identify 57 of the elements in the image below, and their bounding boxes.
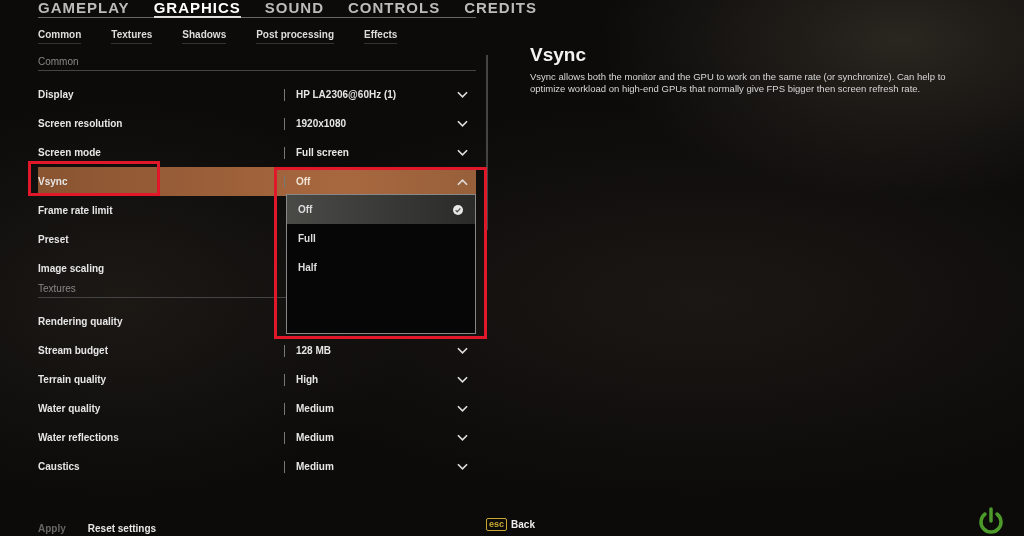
- main-tab[interactable]: GAMEPLAY: [38, 1, 130, 18]
- footer-button[interactable]: Reset settings: [87, 523, 157, 534]
- setting-label: Vsync: [38, 176, 69, 187]
- main-tab[interactable]: SOUND: [264, 1, 324, 18]
- setting-value: Medium: [296, 403, 335, 414]
- setting-value: Off: [296, 176, 312, 187]
- setting-row[interactable]: Water reflections Medium: [38, 423, 476, 452]
- setting-label: Display: [38, 89, 75, 100]
- chevron-icon[interactable]: [457, 375, 468, 384]
- setting-value: 1920x1080: [296, 118, 348, 129]
- setting-label: Stream budget: [38, 345, 109, 356]
- setting-label: Water reflections: [38, 432, 120, 443]
- info-title: Vsync: [530, 44, 587, 66]
- dropdown-option[interactable]: Full: [287, 224, 475, 253]
- setting-value: Medium: [296, 461, 335, 472]
- setting-label: Screen mode: [38, 147, 102, 158]
- setting-value: HP LA2306@60Hz (1): [296, 89, 398, 100]
- setting-value: Medium: [296, 432, 335, 443]
- main-tab[interactable]: CONTROLS: [348, 1, 441, 18]
- setting-value: Full screen: [296, 147, 350, 158]
- sub-tab[interactable]: Textures: [111, 29, 153, 44]
- esc-key-icon: esc: [486, 518, 508, 531]
- sub-tab[interactable]: Common: [38, 29, 82, 44]
- setting-row[interactable]: Stream budget 128 MB: [38, 336, 476, 365]
- chevron-icon[interactable]: [457, 119, 468, 128]
- setting-label: Screen resolution: [38, 118, 124, 129]
- setting-row[interactable]: Water quality Medium: [38, 394, 476, 423]
- setting-label: Rendering quality: [38, 316, 124, 327]
- main-tab[interactable]: CREDITS: [464, 1, 537, 18]
- check-icon: [453, 204, 463, 215]
- chevron-icon[interactable]: [457, 404, 468, 413]
- chevron-icon[interactable]: [457, 462, 468, 471]
- sub-tab[interactable]: Shadows: [182, 29, 227, 44]
- dropdown-option[interactable]: Half: [287, 253, 475, 282]
- setting-label: Caustics: [38, 461, 81, 472]
- main-tab[interactable]: GRAPHICS: [153, 1, 241, 18]
- setting-value: High: [296, 374, 320, 385]
- info-description: Vsync allows both the monitor and the GPU to work on the same rate (or synchronize). Can help to optimize workload on high-end GPUs that normally give FPS bigger then screen refresh rate.: [530, 71, 947, 94]
- setting-row[interactable]: Terrain quality High: [38, 365, 476, 394]
- setting-row[interactable]: Screen resolution 1920x1080: [38, 109, 476, 138]
- chevron-icon[interactable]: [457, 148, 468, 157]
- setting-label: Water quality: [38, 403, 102, 414]
- chevron-icon[interactable]: [457, 346, 468, 355]
- chevron-icon[interactable]: [457, 433, 468, 442]
- chevron-icon[interactable]: [457, 90, 468, 99]
- setting-value: 128 MB: [296, 345, 332, 356]
- sub-tab[interactable]: Effects: [364, 29, 398, 44]
- setting-row[interactable]: Display HP LA2306@60Hz (1): [38, 80, 476, 109]
- dropdown-option[interactable]: Off: [287, 195, 475, 224]
- setting-row[interactable]: Screen mode Full screen: [38, 138, 476, 167]
- back-button[interactable]: Back: [511, 519, 535, 530]
- sub-tab[interactable]: Post processing: [256, 29, 334, 44]
- scrollbar[interactable]: [486, 55, 488, 230]
- setting-label: Terrain quality: [38, 374, 108, 385]
- setting-row[interactable]: Caustics Medium: [38, 452, 476, 481]
- section-header: Common: [38, 56, 476, 71]
- power-icon[interactable]: [976, 506, 1006, 536]
